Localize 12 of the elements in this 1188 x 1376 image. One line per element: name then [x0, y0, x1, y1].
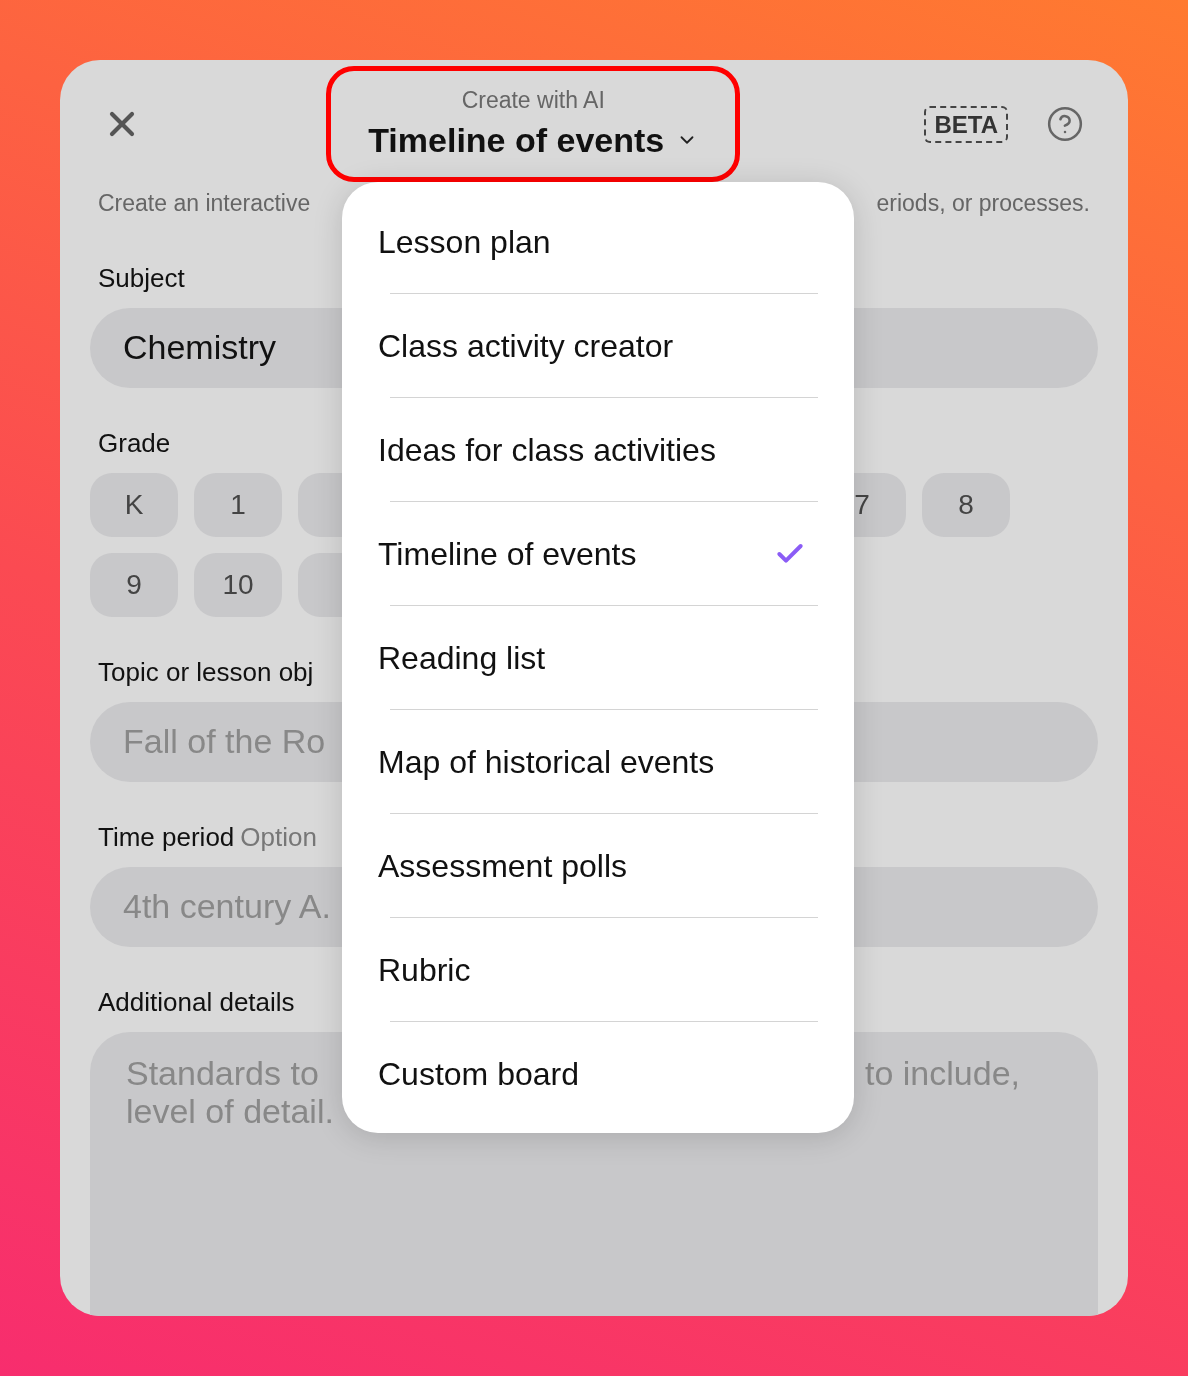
- placeholder-text: to include,: [865, 1053, 1020, 1092]
- optional-hint: Option: [240, 820, 317, 854]
- field-label: Topic or lesson obj: [97, 655, 315, 689]
- beta-badge: BETA: [924, 105, 1008, 143]
- field-label: Additional details: [97, 985, 296, 1019]
- description-text: eriods, or processes.: [876, 189, 1090, 218]
- field-label: Subject: [97, 261, 186, 295]
- field-label: Grade: [97, 426, 172, 460]
- description-text: Create an interactive: [98, 189, 311, 218]
- placeholder-text: level of detail.: [126, 1091, 334, 1130]
- field-label: Time period: [98, 820, 235, 854]
- placeholder-text: Standards to: [126, 1053, 320, 1092]
